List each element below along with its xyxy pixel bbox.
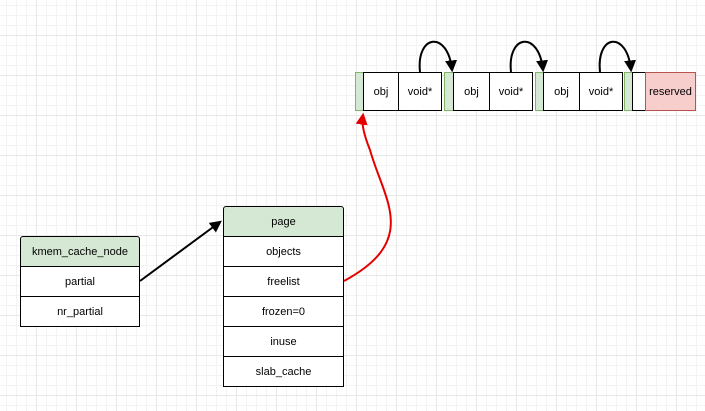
connector-layer (139, 40, 637, 282)
next-pointer-arrow-3 (598, 40, 637, 73)
freelist-to-slab-arrow (343, 112, 392, 282)
next-pointer-arrow-1 (418, 40, 458, 73)
next-pointer-arrow-2 (509, 40, 549, 73)
partial-to-page-arrow (139, 220, 222, 282)
